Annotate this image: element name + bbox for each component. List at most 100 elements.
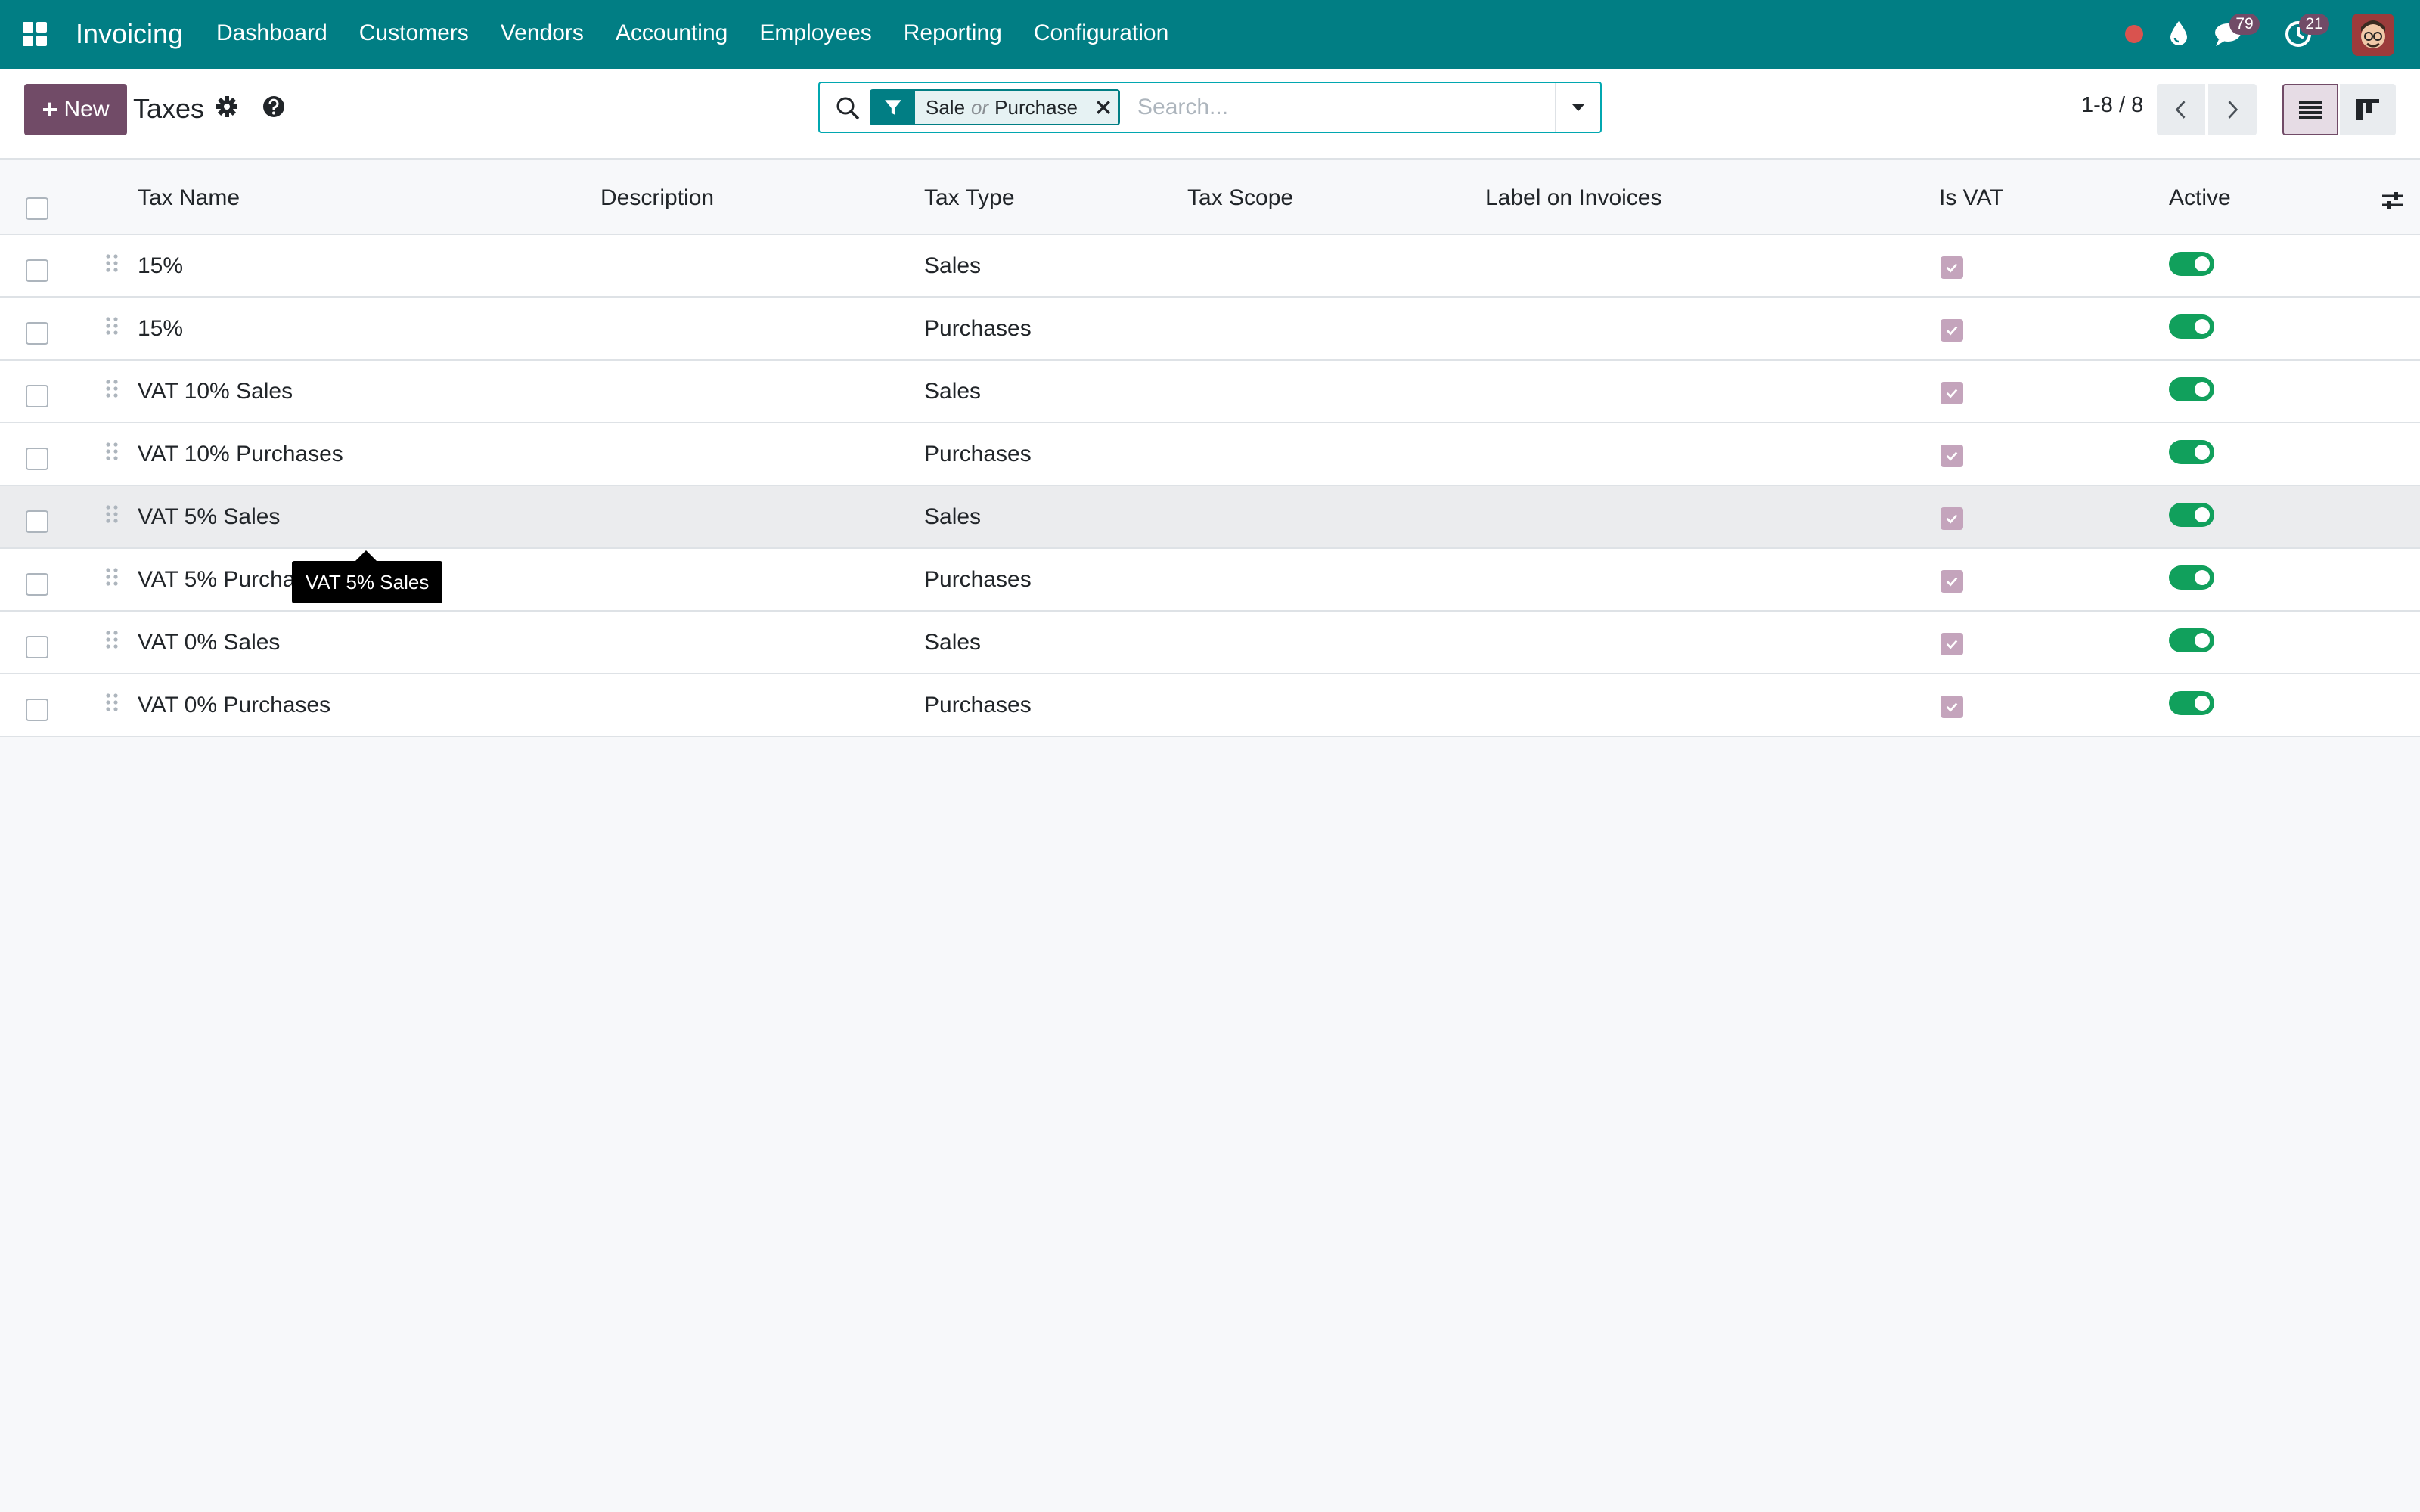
recording-dot-icon[interactable] xyxy=(2125,25,2143,43)
gear-icon[interactable] xyxy=(215,94,239,119)
active-toggle[interactable] xyxy=(2169,440,2214,464)
menu-accounting[interactable]: Accounting xyxy=(616,20,728,46)
drag-handle-icon[interactable] xyxy=(104,567,119,590)
close-icon[interactable] xyxy=(1088,91,1118,124)
main-menu: Dashboard Customers Vendors Accounting E… xyxy=(216,20,1200,46)
menu-vendors[interactable]: Vendors xyxy=(501,20,584,46)
checkmark-icon xyxy=(1946,577,1958,587)
is-vat-checkbox[interactable] xyxy=(1941,570,1963,593)
cell-tax-type[interactable]: Sales xyxy=(924,253,981,279)
table-row[interactable]: VAT 0% Sales Sales xyxy=(0,612,2420,674)
cell-tax-name[interactable]: VAT 10% Sales xyxy=(138,379,293,404)
column-header-tax-scope[interactable]: Tax Scope xyxy=(1187,185,1293,211)
pager-previous-button[interactable] xyxy=(2157,84,2205,135)
search-icon[interactable] xyxy=(835,95,861,121)
cell-tax-name[interactable]: VAT 10% Purchases xyxy=(138,442,343,467)
app-name[interactable]: Invoicing xyxy=(76,18,183,50)
table-row[interactable]: 15% Purchases xyxy=(0,298,2420,361)
drag-handle-icon[interactable] xyxy=(104,379,119,401)
list-view-button[interactable] xyxy=(2282,84,2338,135)
active-toggle[interactable] xyxy=(2169,565,2214,590)
apps-menu-icon[interactable] xyxy=(23,22,47,46)
checkmark-icon xyxy=(1946,389,1958,398)
pager-value[interactable]: 1-8 / 8 xyxy=(2081,93,2143,118)
control-panel: + New Taxes Sale or Purchase Search... 1… xyxy=(0,69,2420,160)
active-toggle[interactable] xyxy=(2169,628,2214,652)
new-button[interactable]: + New xyxy=(24,84,127,135)
cell-tax-name[interactable]: 15% xyxy=(138,316,183,342)
facet-value-purchase: Purchase xyxy=(994,95,1078,119)
table-row[interactable]: VAT 0% Purchases Purchases xyxy=(0,674,2420,737)
help-icon[interactable] xyxy=(262,94,286,119)
column-header-is-vat[interactable]: Is VAT xyxy=(1939,185,2004,211)
table-row[interactable]: 15% Sales xyxy=(0,235,2420,298)
column-header-tax-name[interactable]: Tax Name xyxy=(138,185,240,211)
column-header-description[interactable]: Description xyxy=(600,185,714,211)
cell-tax-type[interactable]: Purchases xyxy=(924,567,1032,593)
is-vat-checkbox[interactable] xyxy=(1941,319,1963,342)
active-toggle[interactable] xyxy=(2169,377,2214,401)
column-header-tax-type[interactable]: Tax Type xyxy=(924,185,1015,211)
menu-dashboard[interactable]: Dashboard xyxy=(216,20,327,46)
kanban-view-button[interactable] xyxy=(2340,84,2396,135)
active-toggle[interactable] xyxy=(2169,252,2214,276)
row-select-checkbox[interactable] xyxy=(26,510,48,533)
table-row[interactable]: VAT 5% Sales Sales xyxy=(0,486,2420,549)
search-input[interactable] xyxy=(1137,89,1561,125)
active-toggle[interactable] xyxy=(2169,314,2214,339)
table-row[interactable]: VAT 10% Sales Sales xyxy=(0,361,2420,423)
cell-tax-type[interactable]: Purchases xyxy=(924,316,1032,342)
pager-next-button[interactable] xyxy=(2208,84,2257,135)
filter-icon xyxy=(871,91,915,124)
is-vat-checkbox[interactable] xyxy=(1941,256,1963,279)
row-select-checkbox[interactable] xyxy=(26,699,48,721)
search-options-toggle[interactable] xyxy=(1555,83,1600,132)
cell-tax-type[interactable]: Sales xyxy=(924,504,981,530)
checkmark-icon xyxy=(1946,263,1958,273)
drag-handle-icon[interactable] xyxy=(104,504,119,527)
active-toggle[interactable] xyxy=(2169,691,2214,715)
activities-badge: 21 xyxy=(2299,14,2329,35)
is-vat-checkbox[interactable] xyxy=(1941,633,1963,655)
cell-tax-name[interactable]: VAT 0% Purchases xyxy=(138,692,330,718)
column-header-label-on-invoices[interactable]: Label on Invoices xyxy=(1485,185,1662,211)
cell-tax-type[interactable]: Purchases xyxy=(924,442,1032,467)
plus-icon: + xyxy=(42,94,58,125)
filter-facet: Sale or Purchase xyxy=(870,89,1121,125)
menu-reporting[interactable]: Reporting xyxy=(904,20,1002,46)
cell-tax-type[interactable]: Purchases xyxy=(924,692,1032,718)
table-row[interactable]: VAT 10% Purchases Purchases xyxy=(0,423,2420,486)
is-vat-checkbox[interactable] xyxy=(1941,382,1963,404)
cell-tax-name[interactable]: VAT 5% Sales xyxy=(138,504,280,530)
row-select-checkbox[interactable] xyxy=(26,322,48,345)
drag-handle-icon[interactable] xyxy=(104,253,119,276)
is-vat-checkbox[interactable] xyxy=(1941,696,1963,718)
menu-customers[interactable]: Customers xyxy=(359,20,469,46)
row-select-checkbox[interactable] xyxy=(26,385,48,407)
select-all-checkbox[interactable] xyxy=(26,197,48,220)
table-header: Tax Name Description Tax Type Tax Scope … xyxy=(0,161,2420,235)
menu-employees[interactable]: Employees xyxy=(759,20,871,46)
column-header-active[interactable]: Active xyxy=(2169,185,2231,211)
drag-handle-icon[interactable] xyxy=(104,316,119,339)
row-select-checkbox[interactable] xyxy=(26,259,48,282)
cell-tax-type[interactable]: Sales xyxy=(924,379,981,404)
is-vat-checkbox[interactable] xyxy=(1941,445,1963,467)
optional-columns-icon[interactable] xyxy=(2381,188,2405,212)
cell-tax-name[interactable]: VAT 0% Sales xyxy=(138,630,280,655)
drag-handle-icon[interactable] xyxy=(104,442,119,464)
is-vat-checkbox[interactable] xyxy=(1941,507,1963,530)
cell-tax-type[interactable]: Sales xyxy=(924,630,981,655)
active-toggle[interactable] xyxy=(2169,503,2214,527)
drag-handle-icon[interactable] xyxy=(104,630,119,652)
chevron-right-icon xyxy=(2228,101,2238,119)
drag-handle-icon[interactable] xyxy=(104,692,119,715)
water-drop-icon[interactable] xyxy=(2167,20,2190,47)
row-select-checkbox[interactable] xyxy=(26,573,48,596)
menu-configuration[interactable]: Configuration xyxy=(1034,20,1168,46)
row-select-checkbox[interactable] xyxy=(26,636,48,658)
row-select-checkbox[interactable] xyxy=(26,448,48,470)
cell-tax-name[interactable]: 15% xyxy=(138,253,183,279)
checkmark-icon xyxy=(1946,702,1958,712)
user-avatar[interactable] xyxy=(2352,14,2394,56)
